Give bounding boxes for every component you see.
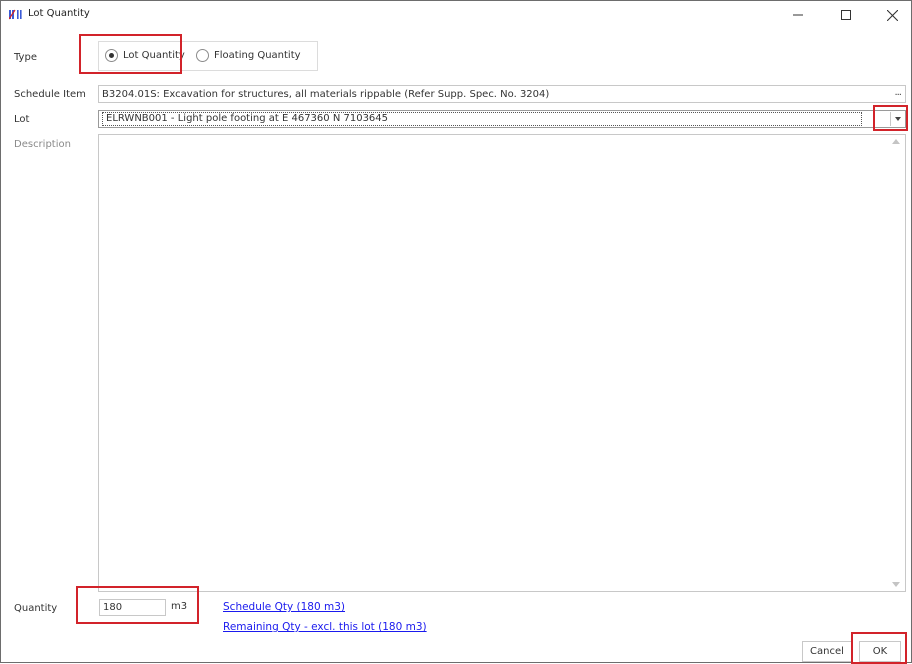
close-button[interactable] xyxy=(869,1,912,29)
type-radio-group: Lot Quantity Floating Quantity xyxy=(98,41,318,71)
close-icon xyxy=(886,9,898,21)
maximize-icon xyxy=(841,10,851,20)
schedule-item-field[interactable]: B3204.01S: Excavation for structures, al… xyxy=(98,85,906,103)
minimize-button[interactable] xyxy=(775,1,821,29)
lot-dropdown[interactable]: ELRWNB001 - Light pole footing at E 4673… xyxy=(98,110,906,128)
minimize-icon xyxy=(793,14,803,16)
radio-unselected-icon xyxy=(196,49,209,62)
lot-dropdown-button[interactable] xyxy=(890,112,904,126)
ok-button[interactable]: OK xyxy=(859,641,901,662)
scroll-up-icon[interactable] xyxy=(892,139,900,144)
maximize-button[interactable] xyxy=(823,1,869,29)
remaining-qty-link[interactable]: Remaining Qty - excl. this lot (180 m3) xyxy=(223,621,427,633)
lot-label: Lot xyxy=(14,114,30,125)
quantity-input[interactable]: 180 xyxy=(99,599,166,616)
floating-quantity-radio-label: Floating Quantity xyxy=(214,50,301,61)
quantity-unit: m3 xyxy=(171,601,188,612)
schedule-item-label: Schedule Item xyxy=(14,89,86,100)
scroll-down-icon[interactable] xyxy=(892,582,900,587)
quantity-label: Quantity xyxy=(14,603,58,614)
description-label: Description xyxy=(14,139,71,150)
floating-quantity-radio[interactable]: Floating Quantity xyxy=(196,49,301,62)
lot-quantity-window: Lot Quantity Type Lot Quantity Floating … xyxy=(0,0,912,664)
schedule-item-value: B3204.01S: Excavation for structures, al… xyxy=(102,88,550,100)
lot-quantity-radio-label: Lot Quantity xyxy=(123,50,185,61)
quantity-value: 180 xyxy=(103,602,123,613)
app-icon xyxy=(9,9,22,20)
description-scrollbar[interactable] xyxy=(888,135,905,591)
description-textarea[interactable] xyxy=(98,134,906,592)
type-label: Type xyxy=(14,52,37,63)
lot-quantity-radio[interactable]: Lot Quantity xyxy=(105,49,185,62)
browse-ellipsis-button[interactable]: ... xyxy=(894,87,901,98)
lot-value: ELRWNB001 - Light pole footing at E 4673… xyxy=(102,112,862,126)
radio-selected-icon xyxy=(105,49,118,62)
chevron-down-icon xyxy=(894,117,901,121)
cancel-button[interactable]: Cancel xyxy=(802,641,852,662)
title-bar[interactable]: Lot Quantity xyxy=(1,1,911,29)
schedule-qty-link[interactable]: Schedule Qty (180 m3) xyxy=(223,601,345,613)
window-title: Lot Quantity xyxy=(28,8,90,19)
